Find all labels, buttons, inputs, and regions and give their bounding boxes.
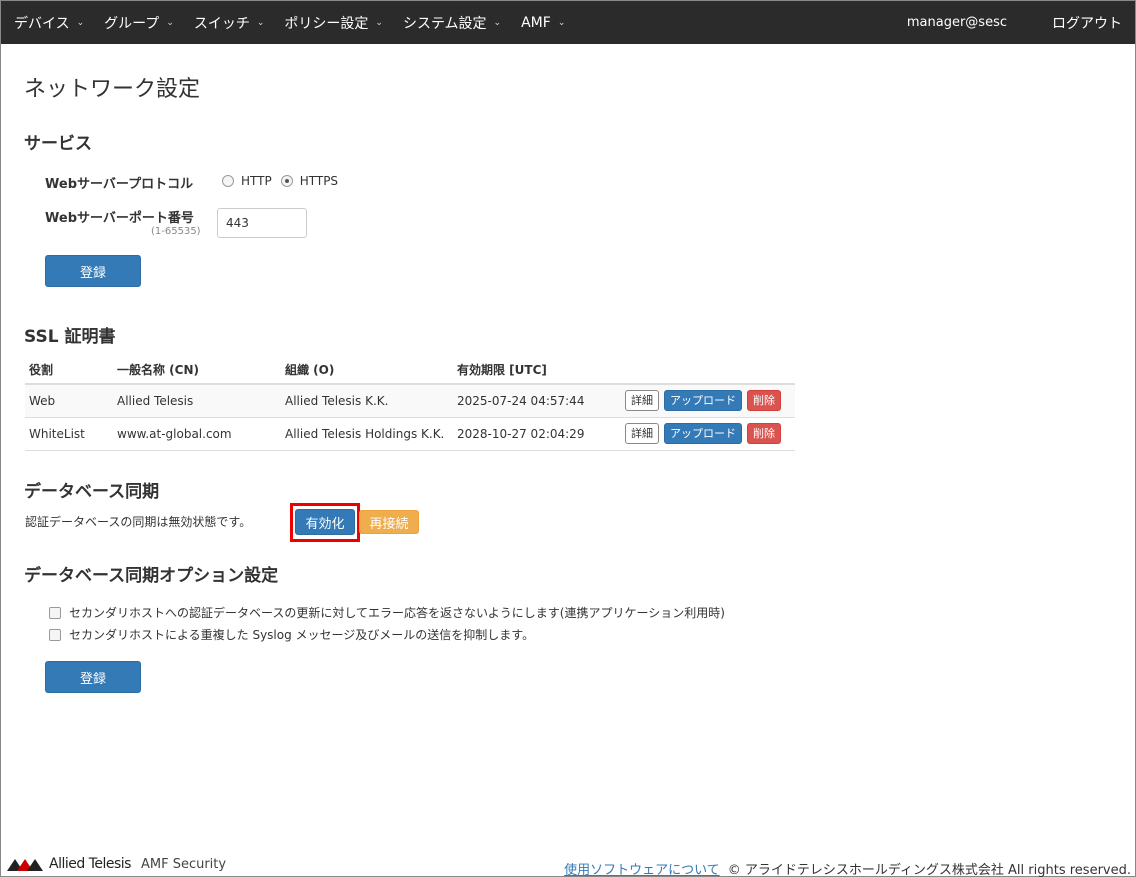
table-header-row: 役割 一般名称 (CN) 組織 (O) 有効期限 [UTC]	[25, 355, 795, 385]
table-row: WhiteList www.at-global.com Allied Teles…	[25, 417, 795, 451]
logout-link[interactable]: ログアウト	[1052, 13, 1122, 33]
software-info-link[interactable]: 使用ソフトウェアについて	[564, 859, 720, 877]
nav-policy-label: ポリシー設定	[284, 15, 369, 32]
option-row: セカンダリホストによる重複した Syslog メッセージ及びメールの送信を抑制し…	[49, 626, 534, 643]
chevron-down-icon: ⌄	[76, 17, 85, 28]
cell-actions: 詳細 アップロード 削除	[621, 417, 795, 451]
ssl-section-title: SSL 証明書	[24, 327, 116, 347]
nav-switches[interactable]: スイッチ ⌄	[194, 13, 265, 33]
db-sync-status: 認証データベースの同期は無効状態です。	[25, 515, 252, 529]
radio-http-label: HTTP	[241, 174, 272, 188]
ssl-cert-table: 役割 一般名称 (CN) 組織 (O) 有効期限 [UTC] Web Allie…	[25, 355, 795, 451]
chevron-down-icon: ⌄	[493, 17, 502, 28]
cell-expiry: 2025-07-24 04:57:44	[453, 384, 621, 418]
cell-org: Allied Telesis K.K.	[281, 384, 453, 418]
nav-right: manager@sesc ログアウト	[907, 13, 1135, 33]
brand-name: Allied Telesis	[49, 856, 131, 872]
radio-http[interactable]	[222, 175, 234, 187]
col-role: 役割	[25, 355, 113, 385]
col-org: 組織 (O)	[281, 355, 453, 385]
chevron-down-icon: ⌄	[557, 17, 566, 28]
nav-amf-label: AMF	[521, 14, 551, 31]
nav-groups-label: グループ	[104, 15, 160, 32]
db-sync-section-title: データベース同期	[24, 482, 160, 502]
allied-telesis-logo-icon	[7, 859, 43, 871]
upload-button[interactable]: アップロード	[664, 423, 742, 444]
nav-system-label: システム設定	[402, 15, 487, 32]
nav-policy[interactable]: ポリシー設定 ⌄	[284, 13, 383, 33]
protocol-radio-group: HTTP HTTPS	[222, 174, 347, 188]
delete-button[interactable]: 削除	[747, 423, 781, 444]
protocol-label: Webサーバープロトコル	[45, 177, 194, 192]
footer-right: 使用ソフトウェアについて © アライドテレシスホールディングス株式会社 All …	[564, 859, 1131, 877]
col-actions	[621, 355, 795, 385]
product-name: AMF Security	[140, 856, 227, 872]
option-label: セカンダリホストによる重複した Syslog メッセージ及びメールの送信を抑制し…	[69, 628, 535, 642]
cell-actions: 詳細 アップロード 削除	[621, 384, 795, 418]
port-range-hint: (1-65535)	[151, 226, 201, 237]
current-user: manager@sesc	[906, 15, 1007, 30]
col-cn: 一般名称 (CN)	[113, 355, 281, 385]
nav-devices[interactable]: デバイス ⌄	[14, 13, 84, 33]
chevron-down-icon: ⌄	[256, 17, 265, 28]
copyright: © アライドテレシスホールディングス株式会社 All rights reserv…	[727, 863, 1131, 877]
db-sync-options-title: データベース同期オプション設定	[24, 566, 279, 586]
nav-amf[interactable]: AMF ⌄	[521, 15, 565, 31]
port-input[interactable]	[217, 208, 307, 238]
port-label: Webサーバーポート番号	[45, 211, 194, 226]
delete-button[interactable]: 削除	[747, 390, 781, 412]
footer-logo: Allied Telesis AMF Security	[7, 856, 226, 872]
chevron-down-icon: ⌄	[375, 17, 383, 28]
col-expiry: 有効期限 [UTC]	[453, 355, 621, 385]
radio-https-label: HTTPS	[299, 174, 339, 188]
service-submit-button[interactable]: 登録	[45, 255, 141, 287]
cell-cn: Allied Telesis	[113, 384, 281, 418]
detail-button[interactable]: 詳細	[625, 390, 659, 412]
detail-button[interactable]: 詳細	[625, 423, 659, 444]
nav-switches-label: スイッチ	[193, 15, 250, 32]
nav-system[interactable]: システム設定 ⌄	[403, 13, 501, 33]
option-row: セカンダリホストへの認証データベースの更新に対してエラー応答を返さないようにしま…	[49, 604, 725, 621]
page-title: ネットワーク設定	[24, 77, 201, 102]
radio-https[interactable]	[280, 175, 293, 187]
cell-role: Web	[25, 384, 113, 418]
top-navbar: デバイス ⌄ グループ ⌄ スイッチ ⌄ ポリシー設定 ⌄ システム設定 ⌄ AMF ⌄ m…	[1, 1, 1135, 44]
cell-cn: www.at-global.com	[113, 417, 281, 451]
option-checkbox-suppress-syslog[interactable]	[49, 628, 61, 641]
option-label: セカンダリホストへの認証データベースの更新に対してエラー応答を返さないようにしま…	[69, 606, 725, 620]
option-checkbox-suppress-error[interactable]	[49, 606, 61, 619]
chevron-down-icon: ⌄	[166, 17, 174, 28]
reconnect-button[interactable]: 再接続	[359, 510, 419, 534]
upload-button[interactable]: アップロード	[664, 390, 742, 412]
service-section-title: サービス	[24, 134, 92, 154]
nav-devices-label: デバイス	[14, 15, 70, 32]
options-submit-button[interactable]: 登録	[45, 661, 141, 693]
enable-sync-button[interactable]: 有効化	[295, 509, 355, 535]
nav-groups[interactable]: グループ ⌄	[104, 13, 174, 33]
table-row: Web Allied Telesis Allied Telesis K.K. 2…	[25, 384, 795, 418]
cell-role: WhiteList	[25, 417, 113, 451]
cell-org: Allied Telesis Holdings K.K.	[281, 417, 453, 451]
cell-expiry: 2028-10-27 02:04:29	[453, 417, 621, 451]
